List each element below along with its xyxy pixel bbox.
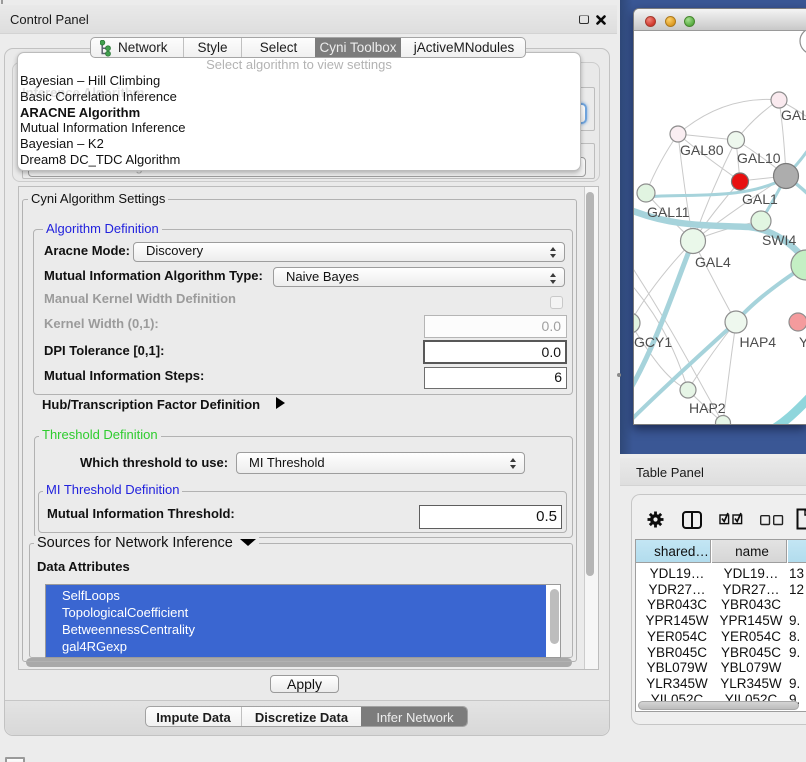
- svg-text:GAL: GAL: [781, 107, 806, 123]
- svg-text:HAP4: HAP4: [740, 334, 777, 350]
- svg-text:GAL1: GAL1: [742, 191, 778, 207]
- svg-text:GAL80: GAL80: [680, 142, 724, 158]
- svg-text:GCY1: GCY1: [634, 334, 672, 350]
- svg-text:GAL10: GAL10: [737, 150, 781, 166]
- svg-text:GAL4: GAL4: [695, 254, 731, 270]
- svg-text:GAL11: GAL11: [647, 204, 690, 220]
- svg-text:Y: Y: [799, 334, 806, 350]
- svg-text:SWI4: SWI4: [762, 232, 796, 248]
- svg-text:HAP2: HAP2: [689, 400, 726, 416]
